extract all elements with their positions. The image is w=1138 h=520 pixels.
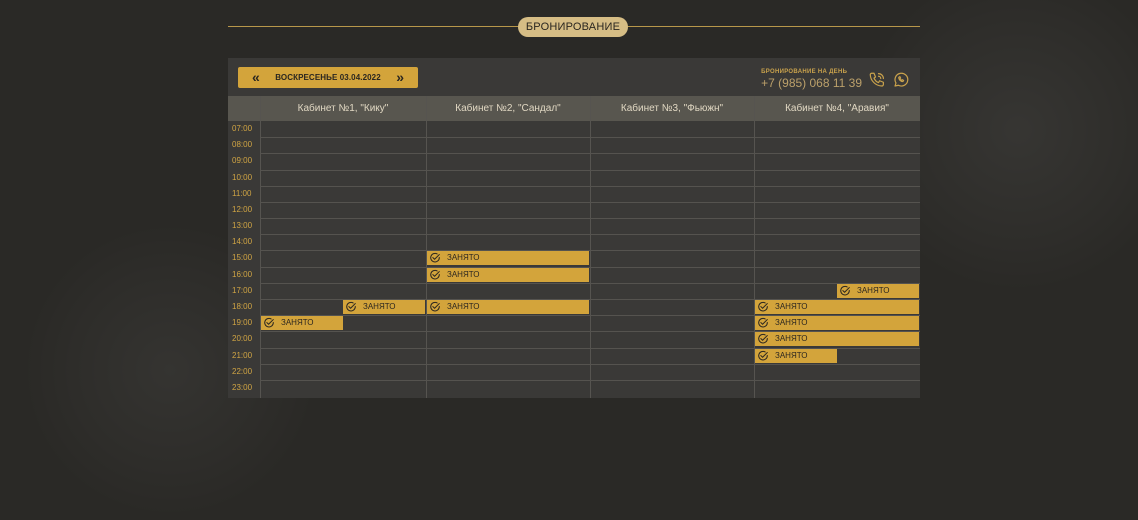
booking-status-label: ЗАНЯТО: [447, 253, 480, 263]
time-slot-label: 23:00: [232, 382, 253, 392]
check-circle-icon: [839, 285, 851, 297]
booking-slot[interactable]: ЗАНЯТО: [755, 332, 919, 347]
booking-status-label: ЗАНЯТО: [857, 285, 890, 295]
grid-row-divider: [260, 234, 920, 236]
room-column-header: Кабинет №4, "Аравия": [785, 103, 889, 114]
grid-column-divider: [590, 96, 591, 398]
time-slot-label: 22:00: [232, 366, 253, 376]
time-slot-label: 15:00: [232, 253, 253, 263]
room-column-header: Кабинет №2, "Сандал": [455, 103, 561, 114]
time-slot-label: 19:00: [232, 318, 253, 328]
check-circle-icon: [757, 317, 769, 329]
grid-row-divider: [260, 266, 920, 268]
booking-slot[interactable]: ЗАНЯТО: [261, 316, 343, 331]
current-date: ВОСКРЕСЕНЬЕ 03.04.2022: [275, 73, 381, 82]
booking-status-label: ЗАНЯТО: [775, 350, 808, 360]
booking-slot[interactable]: ЗАНЯТО: [427, 251, 589, 266]
contact-icons: [868, 71, 910, 94]
booking-status-label: ЗАНЯТО: [775, 318, 808, 328]
time-slot-label: 07:00: [232, 124, 253, 133]
booking-slot[interactable]: ЗАНЯТО: [755, 348, 837, 363]
check-circle-icon: [429, 252, 441, 264]
prev-day-button[interactable]: «: [252, 67, 260, 88]
booking-slot[interactable]: ЗАНЯТО: [427, 299, 589, 314]
booking-slot[interactable]: ЗАНЯТО: [755, 299, 919, 314]
booking-slot[interactable]: ЗАНЯТО: [837, 283, 919, 298]
time-slot-label: 17:00: [232, 285, 253, 295]
grid-row-divider: [260, 153, 920, 155]
date-navigator: « ВОСКРЕСЕНЬЕ 03.04.2022 »: [238, 67, 418, 88]
grid-row-divider: [260, 379, 920, 381]
grid-row-divider: [260, 218, 920, 220]
check-circle-icon: [429, 301, 441, 313]
time-slot-label: 16:00: [232, 269, 253, 279]
schedule-header: Кабинет №1, "Кику" Кабинет №2, "Сандал" Ка…: [228, 96, 920, 121]
grid-row-divider: [260, 185, 920, 187]
booking-status-label: ЗАНЯТО: [363, 301, 396, 311]
grid-row-divider: [260, 250, 920, 252]
grid-column-divider: [260, 96, 261, 398]
booking-status-label: ЗАНЯТО: [447, 301, 480, 311]
time-slot-label: 09:00: [232, 156, 253, 166]
grid-row-divider: [260, 169, 920, 171]
time-slot-label: 13:00: [232, 221, 253, 231]
time-slot-label: 12:00: [232, 204, 253, 214]
contact-label: БРОНИРОВАНИЕ НА ДЕНЬ: [761, 69, 848, 75]
check-circle-icon: [429, 269, 441, 281]
booking-slot[interactable]: ЗАНЯТО: [343, 299, 425, 314]
grid-column-divider: [426, 96, 427, 398]
booking-status-label: ЗАНЯТО: [775, 301, 808, 311]
time-slot-label: 21:00: [232, 350, 253, 360]
time-slot-label: 14:00: [232, 237, 253, 247]
time-slot-label: 10:00: [232, 172, 253, 182]
room-column-header: Кабинет №3, "Фьюжн": [620, 103, 724, 114]
time-slot-label: 20:00: [232, 334, 253, 344]
check-circle-icon: [757, 301, 769, 313]
check-circle-icon: [345, 301, 357, 313]
section-title: БРОНИРОВАНИЕ: [518, 17, 628, 37]
booking-status-label: ЗАНЯТО: [775, 334, 808, 344]
booking-panel: « ВОСКРЕСЕНЬЕ 03.04.2022 » БРОНИРОВАНИЕ …: [228, 58, 920, 398]
phone-icon[interactable]: [868, 71, 886, 94]
booking-slot[interactable]: ЗАНЯТО: [755, 316, 919, 331]
booking-slot[interactable]: ЗАНЯТО: [427, 267, 589, 282]
check-circle-icon: [263, 317, 275, 329]
check-circle-icon: [757, 333, 769, 345]
whatsapp-icon[interactable]: [892, 71, 910, 94]
room-column-header: Кабинет №1, "Кику": [297, 103, 389, 114]
time-slot-label: 11:00: [232, 188, 252, 198]
grid-row-divider: [260, 201, 920, 203]
booking-status-label: ЗАНЯТО: [281, 318, 314, 328]
check-circle-icon: [757, 350, 769, 362]
time-slot-label: 18:00: [232, 301, 253, 311]
grid-row-divider: [260, 137, 920, 139]
booking-status-label: ЗАНЯТО: [447, 269, 480, 279]
grid-row-divider: [260, 282, 920, 284]
grid-row-divider: [260, 363, 920, 365]
contact-phone[interactable]: +7 (985) 068 11 39: [761, 76, 862, 90]
time-slot-label: 08:00: [232, 140, 253, 150]
contact-block: БРОНИРОВАНИЕ НА ДЕНЬ +7 (985) 068 11 39: [761, 69, 862, 90]
next-day-button[interactable]: »: [396, 67, 404, 88]
